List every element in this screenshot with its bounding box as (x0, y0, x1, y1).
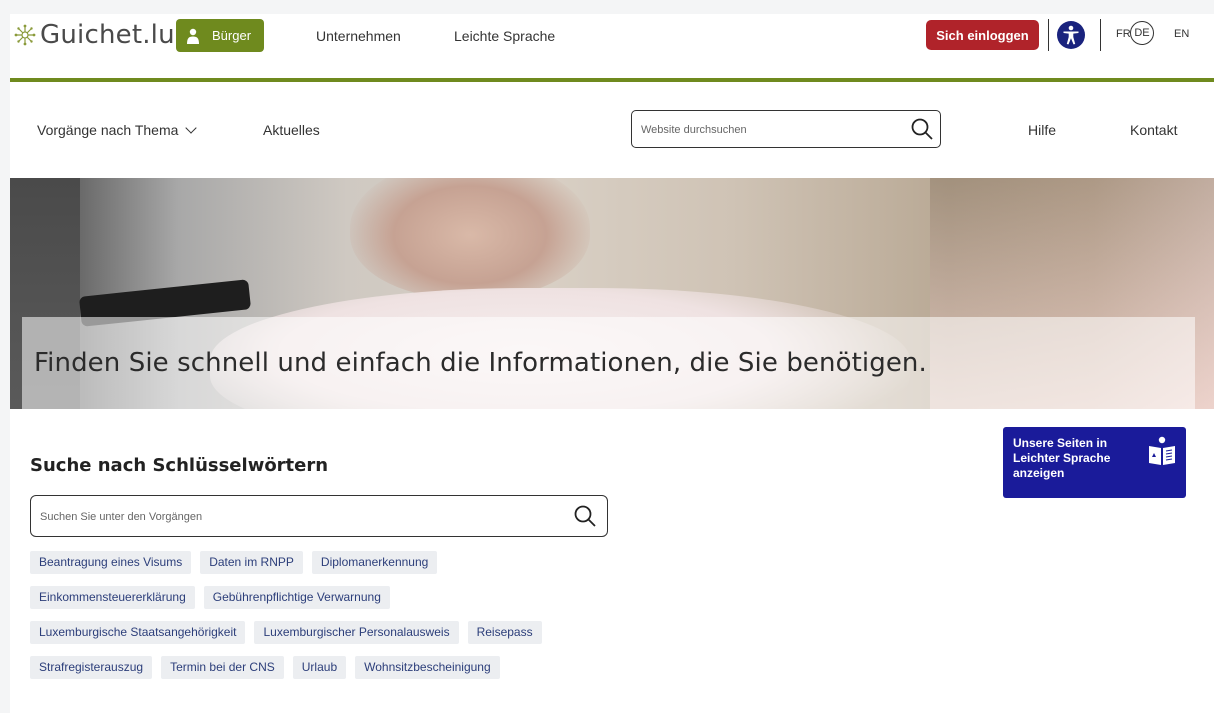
tag-diplomanerkennung[interactable]: Diplomanerkennung (311, 551, 438, 574)
tag-termin-cns[interactable]: Termin bei der CNS (161, 656, 284, 679)
tag-personalausweis[interactable]: Luxemburgischer Personalausweis (254, 621, 459, 644)
tag-row: Luxemburgische Staatsangehörigkeit Luxem… (30, 621, 590, 644)
lang-de[interactable]: DE (1130, 21, 1154, 45)
tag-urlaub[interactable]: Urlaub (292, 656, 347, 679)
tag-einkommensteuer[interactable]: Einkommensteuererklärung (30, 586, 195, 609)
nav-aktuelles[interactable]: Aktuelles (263, 122, 320, 138)
nav-hilfe[interactable]: Hilfe (1028, 122, 1056, 138)
nav-unternehmen[interactable]: Unternehmen (316, 28, 401, 44)
buerger-label: Bürger (212, 28, 252, 43)
tag-row: Strafregisterauszug Termin bei der CNS U… (30, 656, 590, 679)
chevron-down-icon (185, 122, 198, 134)
top-strip (0, 0, 1214, 14)
hero-title: Finden Sie schnell und einfach die Infor… (34, 348, 927, 378)
login-button[interactable]: Sich einloggen (926, 20, 1039, 50)
easy-language-link[interactable]: Unsere Seiten in Leichter Sprache anzeig… (1003, 427, 1186, 498)
lang-en[interactable]: EN (1174, 28, 1189, 40)
tag-wohnsitz[interactable]: Wohnsitzbescheinigung (355, 656, 500, 679)
tag-rnpp[interactable]: Daten im RNPP (200, 551, 303, 574)
tag-row: Einkommensteuererklärung Gebührenpflicht… (30, 586, 590, 609)
site-search-input[interactable] (641, 120, 891, 140)
keyword-tags: Beantragung eines Visums Daten im RNPP D… (30, 551, 590, 691)
search-icon[interactable] (573, 504, 597, 528)
nav-themes[interactable]: Vorgänge nach Thema (37, 122, 198, 138)
keyword-search-title: Suche nach Schlüsselwörtern (30, 455, 329, 476)
tag-strafregister[interactable]: Strafregisterauszug (30, 656, 153, 679)
tag-staatsangehoerigkeit[interactable]: Luxemburgische Staatsangehörigkeit (30, 621, 246, 644)
logo-text: Guichet.lu (40, 20, 175, 50)
tag-reisepass[interactable]: Reisepass (467, 621, 542, 644)
divider (1048, 19, 1049, 51)
lang-fr[interactable]: FR (1116, 28, 1131, 40)
easy-reading-icon (1149, 436, 1175, 465)
tag-verwarnung[interactable]: Gebührenpflichtige Verwarnung (203, 586, 390, 609)
nav-themes-label: Vorgänge nach Thema (37, 122, 179, 138)
nav-leichte-sprache[interactable]: Leichte Sprache (454, 28, 555, 44)
hero-person-head (350, 178, 590, 298)
divider (1100, 19, 1101, 51)
procedure-search-input[interactable] (40, 507, 540, 527)
easy-language-label: Unsere Seiten in Leichter Sprache anzeig… (1013, 436, 1111, 480)
tag-row: Beantragung eines Visums Daten im RNPP D… (30, 551, 590, 574)
accessibility-icon[interactable] (1057, 21, 1085, 49)
left-edge (0, 14, 10, 713)
tag-visum[interactable]: Beantragung eines Visums (30, 551, 192, 574)
logo-star-icon (14, 24, 36, 46)
search-icon[interactable] (910, 117, 934, 141)
person-icon (187, 28, 199, 44)
procedure-search (30, 495, 608, 537)
nav-kontakt[interactable]: Kontakt (1130, 122, 1177, 138)
header-accent-line (10, 78, 1214, 82)
site-search (631, 110, 941, 148)
site-logo[interactable]: Guichet.lu (14, 20, 182, 50)
buerger-button[interactable]: Bürger (176, 19, 264, 52)
